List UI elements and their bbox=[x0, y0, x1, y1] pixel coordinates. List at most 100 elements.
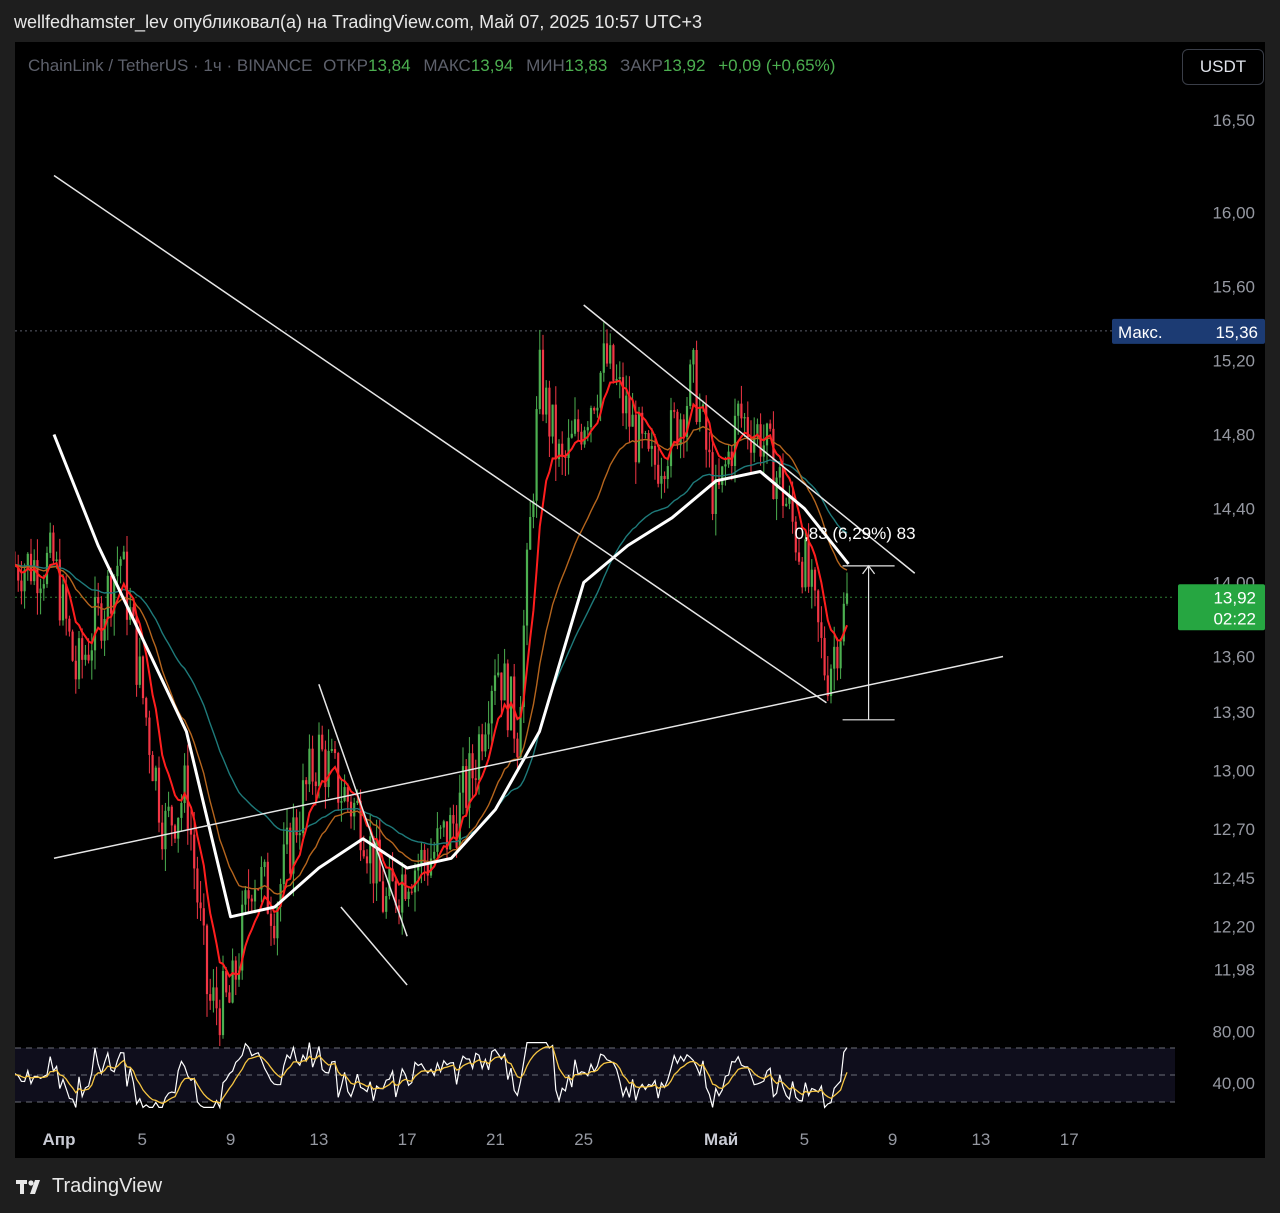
candle-body bbox=[785, 503, 788, 506]
candle-body bbox=[833, 646, 836, 669]
candle-body bbox=[362, 850, 365, 857]
price-axis[interactable]: 17,0016,5016,0015,6015,2014,8014,4014,00… bbox=[1212, 42, 1255, 1093]
price-grid bbox=[15, 330, 1175, 598]
trendline-4[interactable] bbox=[318, 684, 408, 937]
candle-body bbox=[644, 433, 647, 435]
candle-body bbox=[461, 766, 465, 793]
price-axis-label: 12,20 bbox=[1212, 918, 1255, 937]
candle-body bbox=[778, 467, 781, 478]
published-by-header: wellfedhamster_lev опубликовал(а) на Tra… bbox=[14, 12, 702, 32]
trendline-2[interactable] bbox=[53, 655, 1004, 859]
open-value: 13,84 bbox=[368, 56, 411, 75]
candle-body bbox=[148, 717, 151, 755]
candle-body bbox=[90, 650, 93, 661]
tradingview-logo-icon bbox=[16, 1179, 40, 1194]
candle-body bbox=[308, 748, 311, 785]
candle-body bbox=[218, 1008, 221, 1036]
symbol-name[interactable]: ChainLink / TetherUS · 1ч · BINANCE bbox=[28, 56, 312, 75]
candle-body bbox=[234, 960, 237, 980]
candle-body bbox=[164, 810, 167, 850]
candle-body bbox=[839, 641, 842, 669]
candle-body bbox=[253, 889, 257, 902]
price-axis-label: 14,40 bbox=[1212, 500, 1255, 519]
bar-countdown: 02:22 bbox=[1213, 609, 1256, 628]
trendline-5[interactable] bbox=[340, 906, 408, 986]
candle-body bbox=[71, 631, 74, 661]
candle-body bbox=[577, 419, 580, 432]
candle-body bbox=[548, 387, 551, 437]
candle-body bbox=[269, 913, 273, 926]
candle-body bbox=[311, 748, 314, 782]
time-axis-label: Апр bbox=[43, 1130, 76, 1149]
candle-body bbox=[660, 475, 663, 484]
time-axis[interactable]: Апр 5 9 13 17 21 25 Май 5 9 13 17 bbox=[43, 1130, 1079, 1149]
chart-frame[interactable]: 0,83 (6,29%) 83 17,0016,5016,0015,6015,2… bbox=[15, 42, 1265, 1158]
candle-body bbox=[698, 407, 701, 423]
candle-body bbox=[743, 417, 746, 419]
candle-body bbox=[829, 668, 833, 697]
currency-button[interactable]: USDT bbox=[1182, 49, 1264, 85]
candle-body bbox=[317, 734, 321, 787]
tradingview-logo[interactable]: TradingView bbox=[16, 1175, 162, 1198]
candle-body bbox=[599, 372, 602, 408]
candle-body bbox=[724, 464, 727, 467]
candle-body bbox=[733, 415, 737, 466]
candlestick-series bbox=[15, 322, 849, 1047]
candle-body bbox=[381, 881, 385, 912]
price-axis-label: 13,30 bbox=[1212, 703, 1255, 722]
candle-body bbox=[385, 896, 388, 912]
candle-body bbox=[477, 734, 481, 780]
candle-body bbox=[221, 971, 225, 1036]
candle-body bbox=[228, 992, 231, 1003]
footer-brand-name: TradingView bbox=[52, 1175, 163, 1197]
candle-body bbox=[621, 377, 625, 414]
high-tag-value: 15,36 bbox=[1215, 323, 1258, 342]
last-price-value: 13,92 bbox=[1213, 588, 1256, 607]
candle-body bbox=[605, 343, 609, 364]
candle-body bbox=[769, 423, 772, 429]
candle-body bbox=[650, 445, 653, 449]
candle-body bbox=[68, 618, 71, 632]
candle-body bbox=[333, 749, 337, 754]
candle-body bbox=[151, 754, 154, 782]
candle-body bbox=[618, 377, 621, 379]
time-axis-label: 9 bbox=[226, 1130, 235, 1149]
candle-body bbox=[81, 638, 84, 660]
candle-body bbox=[199, 902, 202, 909]
candle-body bbox=[177, 817, 180, 839]
time-axis-label: 13 bbox=[309, 1130, 328, 1149]
price-axis-label: 11,98 bbox=[1214, 960, 1255, 979]
candle-body bbox=[244, 890, 247, 905]
candle-body bbox=[215, 987, 218, 1009]
candle-body bbox=[87, 654, 90, 661]
price-axis-label: 12,70 bbox=[1212, 820, 1255, 839]
candle-body bbox=[487, 723, 490, 735]
candle-body bbox=[714, 478, 717, 514]
candle-body bbox=[503, 663, 506, 701]
candle-body bbox=[52, 532, 55, 561]
trendline-1[interactable] bbox=[53, 174, 827, 704]
candle-body bbox=[346, 787, 349, 802]
candle-body bbox=[628, 395, 631, 427]
candle-body bbox=[167, 806, 170, 811]
candle-body bbox=[436, 828, 439, 852]
candle-body bbox=[634, 414, 637, 463]
candle-body bbox=[570, 433, 573, 438]
candle-body bbox=[263, 861, 266, 868]
chart-canvas[interactable]: 0,83 (6,29%) 83 17,0016,5016,0015,6015,2… bbox=[15, 42, 1265, 1158]
candle-body bbox=[589, 407, 593, 428]
candle-body bbox=[765, 423, 769, 446]
candle-body bbox=[122, 551, 125, 560]
candle-body bbox=[596, 407, 599, 411]
low-label: МИН bbox=[526, 56, 565, 75]
candle-body bbox=[525, 549, 529, 626]
candle-body bbox=[663, 475, 666, 480]
candle-body bbox=[301, 780, 305, 834]
candle-body bbox=[484, 734, 487, 752]
symbol-info-bar: ChainLink / TetherUS · 1ч · BINANCE ОТКР… bbox=[28, 56, 843, 76]
candle-body bbox=[145, 698, 148, 718]
trendline-drawings[interactable]: 0,83 (6,29%) 83 bbox=[53, 174, 1004, 986]
candle-body bbox=[298, 833, 301, 836]
candle-body bbox=[61, 584, 65, 621]
price-axis-label: 15,60 bbox=[1212, 278, 1255, 297]
